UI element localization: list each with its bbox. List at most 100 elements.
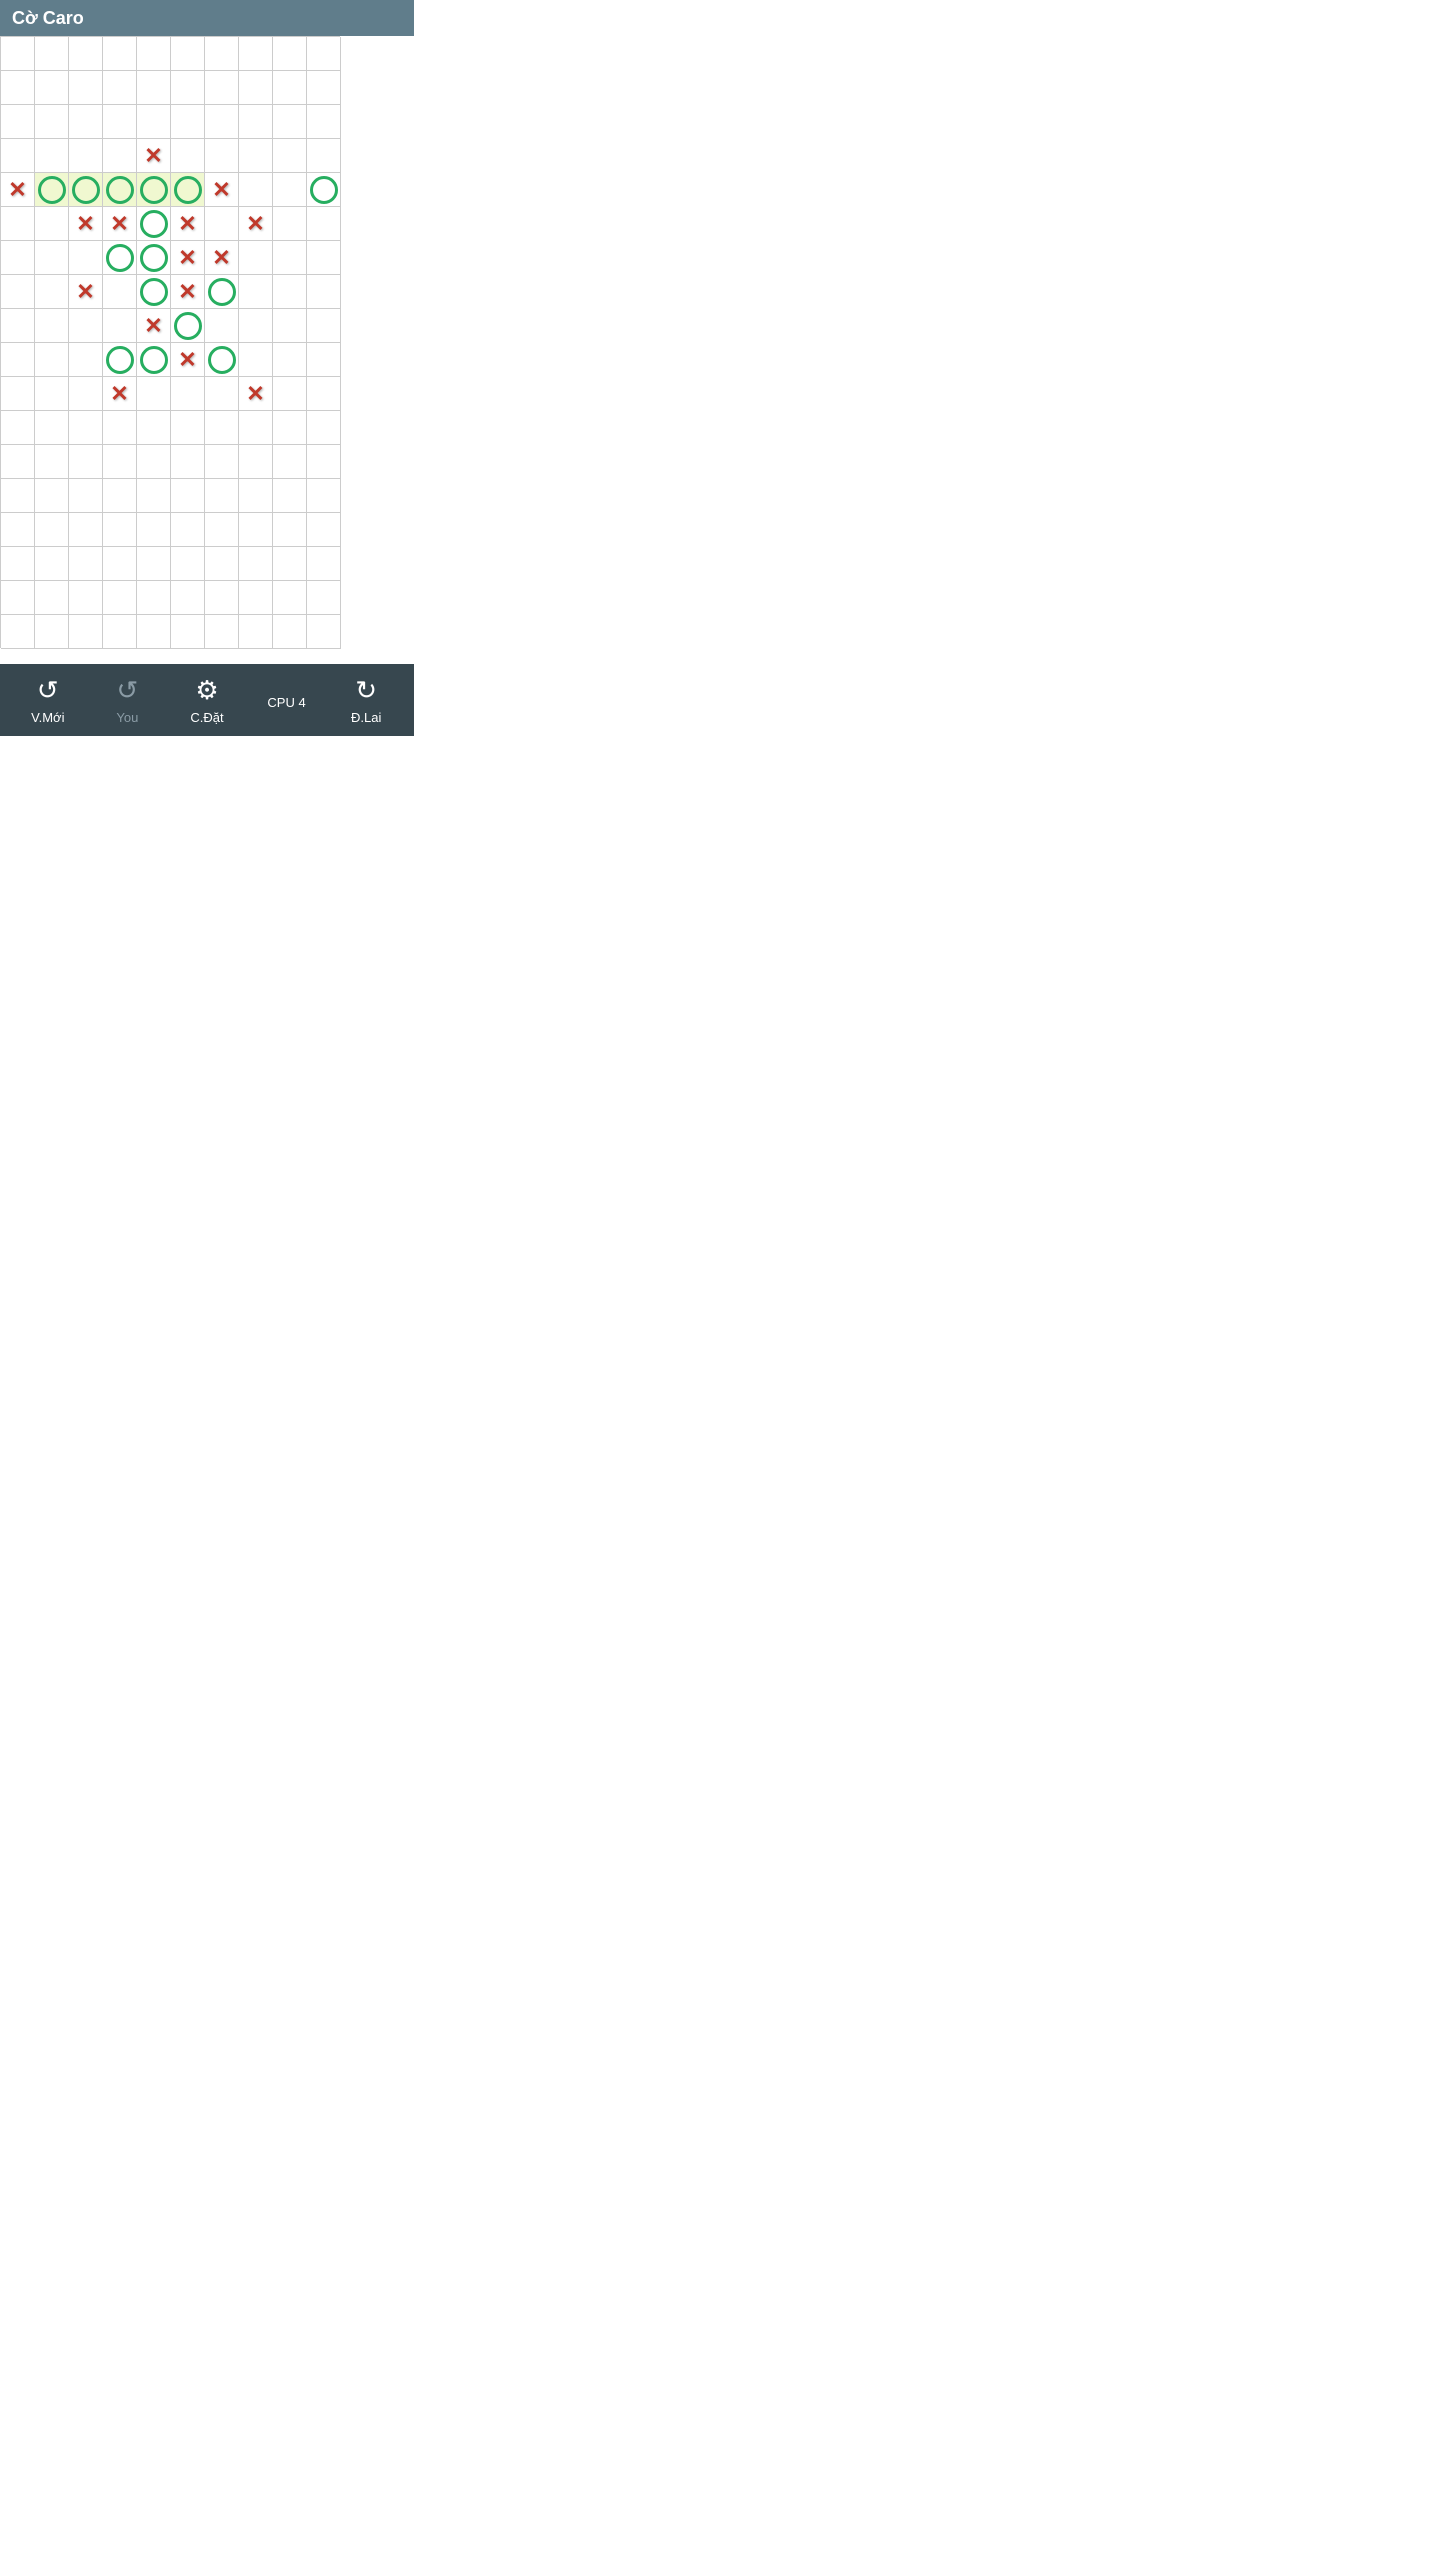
cell[interactable]	[273, 309, 307, 343]
cell[interactable]	[1, 615, 35, 649]
cell[interactable]	[137, 581, 171, 615]
cell[interactable]	[1, 377, 35, 411]
cell[interactable]	[307, 377, 341, 411]
cell[interactable]	[171, 581, 205, 615]
cell[interactable]	[35, 37, 69, 71]
cell[interactable]	[205, 377, 239, 411]
cell[interactable]	[1, 343, 35, 377]
cell[interactable]	[35, 547, 69, 581]
cell[interactable]	[103, 445, 137, 479]
cell[interactable]	[69, 445, 103, 479]
cell[interactable]	[35, 309, 69, 343]
cell[interactable]	[69, 105, 103, 139]
cpu-button[interactable]: CPU 4	[257, 691, 317, 710]
cell[interactable]	[307, 479, 341, 513]
cell[interactable]	[273, 479, 307, 513]
cell[interactable]	[239, 275, 273, 309]
cell[interactable]	[273, 547, 307, 581]
cell[interactable]	[307, 241, 341, 275]
cell[interactable]	[239, 309, 273, 343]
cell[interactable]	[1, 309, 35, 343]
cell[interactable]	[205, 445, 239, 479]
cell[interactable]	[103, 581, 137, 615]
cell[interactable]	[239, 445, 273, 479]
cell[interactable]	[35, 241, 69, 275]
cell[interactable]	[69, 547, 103, 581]
cell[interactable]	[69, 173, 103, 207]
cell[interactable]	[103, 547, 137, 581]
cell[interactable]	[205, 37, 239, 71]
cell[interactable]	[35, 411, 69, 445]
cell[interactable]	[307, 547, 341, 581]
cell[interactable]	[239, 241, 273, 275]
cell[interactable]	[239, 615, 273, 649]
cell[interactable]	[307, 207, 341, 241]
cell[interactable]	[69, 343, 103, 377]
cell[interactable]: ✕	[137, 139, 171, 173]
cell[interactable]	[103, 241, 137, 275]
cell[interactable]	[273, 207, 307, 241]
cell[interactable]	[103, 309, 137, 343]
cell[interactable]	[205, 343, 239, 377]
cell[interactable]	[171, 105, 205, 139]
cell[interactable]	[35, 71, 69, 105]
cell[interactable]	[205, 513, 239, 547]
cell[interactable]	[273, 581, 307, 615]
cell[interactable]	[103, 479, 137, 513]
cell[interactable]	[205, 105, 239, 139]
cell[interactable]	[103, 173, 137, 207]
cell[interactable]	[239, 37, 273, 71]
cell[interactable]	[1, 581, 35, 615]
cell[interactable]	[273, 37, 307, 71]
cell[interactable]	[35, 445, 69, 479]
cell[interactable]	[171, 173, 205, 207]
cell[interactable]	[239, 479, 273, 513]
cell[interactable]	[1, 513, 35, 547]
cell[interactable]	[307, 445, 341, 479]
cell[interactable]	[307, 139, 341, 173]
cell[interactable]	[137, 241, 171, 275]
cell[interactable]	[273, 377, 307, 411]
cell[interactable]	[69, 581, 103, 615]
cell[interactable]	[35, 513, 69, 547]
cell[interactable]	[69, 37, 103, 71]
cell[interactable]	[137, 207, 171, 241]
cell[interactable]	[69, 309, 103, 343]
cell[interactable]	[35, 207, 69, 241]
cell[interactable]	[69, 377, 103, 411]
cell[interactable]	[273, 139, 307, 173]
cell[interactable]	[205, 581, 239, 615]
cell[interactable]	[171, 479, 205, 513]
cell[interactable]	[35, 615, 69, 649]
cell[interactable]	[273, 105, 307, 139]
game-board-container[interactable]: ✕✕✕✕✕✕✕✕✕✕✕✕✕✕✕	[0, 36, 414, 664]
cell[interactable]	[171, 37, 205, 71]
cell[interactable]	[35, 343, 69, 377]
cell[interactable]	[239, 411, 273, 445]
cell[interactable]	[137, 615, 171, 649]
cell[interactable]	[137, 411, 171, 445]
cell[interactable]	[307, 581, 341, 615]
cell[interactable]	[35, 105, 69, 139]
cell[interactable]	[103, 615, 137, 649]
cell[interactable]	[171, 445, 205, 479]
undo-button[interactable]: Đ.Lai	[336, 675, 396, 725]
cell[interactable]	[171, 411, 205, 445]
cell[interactable]	[307, 309, 341, 343]
cell[interactable]	[307, 173, 341, 207]
cell[interactable]: ✕	[171, 241, 205, 275]
cell[interactable]	[307, 105, 341, 139]
cell[interactable]	[1, 445, 35, 479]
cell[interactable]	[307, 275, 341, 309]
cell[interactable]	[205, 139, 239, 173]
cell[interactable]	[273, 411, 307, 445]
cell[interactable]	[35, 139, 69, 173]
cell[interactable]	[307, 411, 341, 445]
cell[interactable]	[103, 37, 137, 71]
cell[interactable]: ✕	[1, 173, 35, 207]
cell[interactable]	[103, 411, 137, 445]
cell[interactable]	[1, 207, 35, 241]
cell[interactable]	[1, 479, 35, 513]
cell[interactable]: ✕	[205, 241, 239, 275]
cell[interactable]	[239, 139, 273, 173]
